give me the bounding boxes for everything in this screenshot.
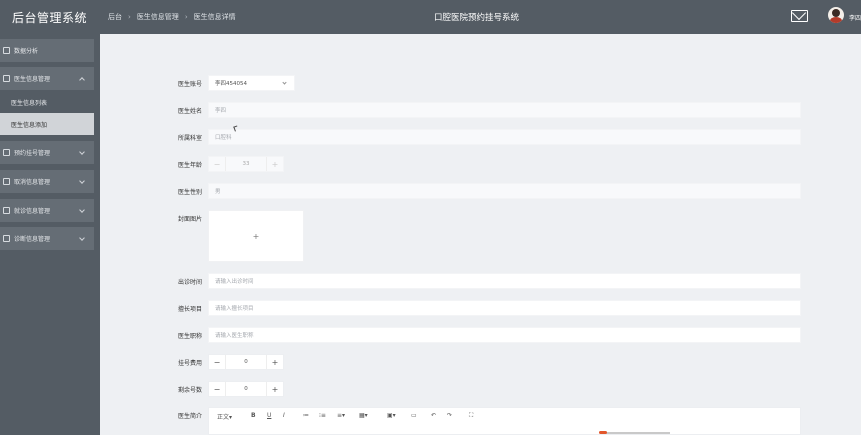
chevron-up-icon <box>79 77 85 83</box>
table-icon[interactable]: ▦▾ <box>359 412 368 419</box>
sidebar-item-diagnoses[interactable]: 诊断信息管理 <box>0 227 94 250</box>
label-title: 医生职称 <box>178 332 203 340</box>
label-department: 所属科室 <box>178 134 203 142</box>
label-gender: 医生性别 <box>178 188 203 196</box>
sidebar-item-data-analysis[interactable]: 数据分析 <box>0 39 94 62</box>
label-cover: 封面图片 <box>178 215 203 223</box>
minus-icon[interactable]: − <box>209 157 225 171</box>
age-value: 33 <box>225 157 267 171</box>
document-icon <box>3 75 10 82</box>
mail-icon[interactable] <box>791 10 808 22</box>
label-hours: 出诊时间 <box>178 278 203 286</box>
sidebar-item-label: 诊断信息管理 <box>14 236 51 243</box>
intro-rich-editor[interactable]: 正文▾ B U I ≔ ⁝≡ ≡▾ ▦▾ ▣▾ ▭ ↶ ↷ ⛶ <box>208 407 801 435</box>
label-items: 擅长项目 <box>178 305 203 313</box>
minus-icon[interactable]: − <box>209 355 225 369</box>
sidebar-item-appointments[interactable]: 预约挂号管理 <box>0 141 94 164</box>
minus-icon[interactable]: − <box>209 382 225 396</box>
doctor-name-field[interactable]: 李四 <box>208 102 801 118</box>
chevron-down-icon <box>79 207 85 213</box>
sidebar-item-visits[interactable]: 就诊信息管理 <box>0 199 94 222</box>
label-intro: 医生简介 <box>178 412 203 420</box>
doctor-id-select[interactable]: 李四454054 <box>208 75 295 91</box>
scroll-indicator <box>599 431 670 434</box>
label-doctor-id: 医生账号 <box>178 80 203 88</box>
department-field[interactable]: 口腔科 <box>208 129 801 145</box>
label-remaining: 剩余号数 <box>178 386 203 394</box>
title-input[interactable]: 请输入医生职称 <box>208 327 801 343</box>
fee-value[interactable]: 0 <box>225 355 267 369</box>
sidebar-item-label: 预约挂号管理 <box>14 150 51 157</box>
breadcrumb-separator: › <box>184 13 188 21</box>
bold-icon[interactable]: B <box>251 412 256 419</box>
chevron-down-icon <box>79 235 85 241</box>
doctor-form: 医生账号 李四454054 医生姓名 李四 所属科室 口腔科 医生年龄 − 33… <box>100 34 861 435</box>
breadcrumb-section[interactable]: 医生信息管理 <box>137 12 179 22</box>
sidebar-subitem-doctor-list[interactable]: 医生信息列表 <box>0 91 94 113</box>
plus-icon: + <box>252 231 260 241</box>
doctor-id-value: 李四454054 <box>215 81 247 87</box>
underline-icon[interactable]: U <box>267 412 271 419</box>
sidebar-item-cancellations[interactable]: 取消信息管理 <box>0 170 94 193</box>
sidebar-item-label: 医生信息管理 <box>14 76 51 83</box>
cover-image-uploader[interactable]: + <box>208 210 304 262</box>
fee-stepper[interactable]: − 0 + <box>208 354 284 370</box>
app-title: 后台管理系统 <box>12 11 88 25</box>
divider-icon[interactable]: ▭ <box>411 412 417 419</box>
ordered-list-icon[interactable]: ⁝≡ <box>319 412 326 419</box>
items-input[interactable]: 请输入擅长项目 <box>208 300 801 316</box>
sidebar-subitem-label: 医生信息列表 <box>11 99 48 107</box>
sidebar-subitem-label: 医生信息添加 <box>11 121 48 129</box>
system-name: 口腔医院预约挂号系统 <box>434 13 520 23</box>
hours-input[interactable]: 请输入出诊时间 <box>208 273 801 289</box>
plus-icon[interactable]: + <box>267 355 283 369</box>
user-name[interactable]: 李四 <box>849 13 861 22</box>
align-icon[interactable]: ≡▾ <box>337 412 345 419</box>
sidebar: 数据分析 医生信息管理 医生信息列表 医生信息添加 预约挂号管理 取消信息管理 … <box>0 34 100 435</box>
gender-field[interactable]: 男 <box>208 183 801 199</box>
redo-icon[interactable]: ↷ <box>447 412 452 419</box>
user-icon <box>3 149 10 156</box>
label-age: 医生年龄 <box>178 161 203 169</box>
bullet-list-icon[interactable]: ≔ <box>303 412 309 419</box>
label-fee: 挂号费用 <box>178 359 203 367</box>
image-icon[interactable]: ▣▾ <box>387 412 396 419</box>
breadcrumb-home[interactable]: 后台 <box>108 12 122 22</box>
breadcrumb-separator: › <box>128 13 131 21</box>
heading-select[interactable]: 正文▾ <box>217 412 232 421</box>
home-icon <box>3 47 10 54</box>
breadcrumb-current: 医生信息详情 <box>193 13 236 21</box>
plus-icon[interactable]: + <box>267 382 283 396</box>
sidebar-item-label: 就诊信息管理 <box>14 208 51 215</box>
sidebar-subitem-doctor-add[interactable]: 医生信息添加 <box>0 113 94 135</box>
remaining-stepper[interactable]: − 0 + <box>208 381 284 397</box>
grid-icon <box>3 178 10 185</box>
undo-icon[interactable]: ↶ <box>431 412 436 419</box>
italic-icon[interactable]: I <box>283 412 285 419</box>
label-doctor-name: 医生姓名 <box>178 107 203 115</box>
fullscreen-icon[interactable]: ⛶ <box>469 412 473 420</box>
remaining-value[interactable]: 0 <box>225 382 267 396</box>
top-bar: 后台管理系统 后台 › 医生信息管理 › 医生信息详情 口腔医院预约挂号系统 李… <box>0 0 861 34</box>
avatar[interactable] <box>828 7 844 23</box>
sidebar-item-label: 数据分析 <box>14 48 39 55</box>
clipboard-icon <box>3 207 10 214</box>
plus-icon[interactable]: + <box>267 157 283 171</box>
chevron-down-icon <box>282 80 287 85</box>
chevron-down-icon <box>79 178 85 184</box>
age-stepper[interactable]: − 33 + <box>208 156 284 172</box>
sidebar-item-label: 取消信息管理 <box>14 179 51 186</box>
settings-icon <box>3 235 10 242</box>
main-content: 医生账号 李四454054 医生姓名 李四 所属科室 口腔科 医生年龄 − 33… <box>100 34 861 435</box>
chevron-down-icon <box>79 149 85 155</box>
breadcrumb: 后台 › 医生信息管理 › 医生信息详情 <box>108 12 236 22</box>
sidebar-item-doctor-info[interactable]: 医生信息管理 <box>0 67 94 90</box>
